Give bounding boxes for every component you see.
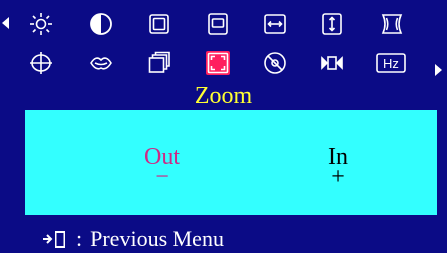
color-icon[interactable] — [89, 51, 113, 75]
moire-icon[interactable] — [320, 51, 344, 75]
recall-icon[interactable] — [147, 51, 171, 75]
rotation-icon[interactable] — [29, 51, 53, 75]
frequency-icon[interactable]: Hz — [376, 51, 406, 75]
exit-door-icon[interactable] — [42, 229, 68, 249]
footer-text[interactable]: Previous Menu — [90, 226, 224, 252]
zoom-in-sign: + — [331, 164, 345, 190]
zoom-out-option[interactable]: Out − — [122, 144, 202, 190]
footer: : Previous Menu — [42, 226, 224, 252]
arrow-right-icon[interactable] — [435, 64, 442, 76]
footer-separator: : — [76, 226, 83, 251]
zoom-out-sign: − — [155, 164, 169, 190]
h-position-icon[interactable] — [147, 12, 171, 36]
degauss-icon[interactable] — [263, 51, 287, 75]
arrow-left-icon[interactable] — [2, 17, 9, 29]
zoom-icon[interactable] — [206, 51, 230, 75]
h-size-icon[interactable] — [263, 12, 287, 36]
v-size-icon[interactable] — [320, 12, 344, 36]
brightness-icon[interactable] — [29, 12, 53, 36]
frequency-label: Hz — [383, 56, 399, 71]
menu-title: Zoom — [194, 83, 253, 109]
zoom-in-option[interactable]: In + — [298, 144, 378, 190]
osd-menu: Hz Zoom Out − In + : Previous Menu — [0, 0, 447, 253]
v-position-icon[interactable] — [206, 12, 230, 36]
contrast-icon[interactable] — [89, 12, 113, 36]
pincushion-icon[interactable] — [380, 12, 404, 36]
zoom-panel: Out − In + — [25, 110, 437, 215]
